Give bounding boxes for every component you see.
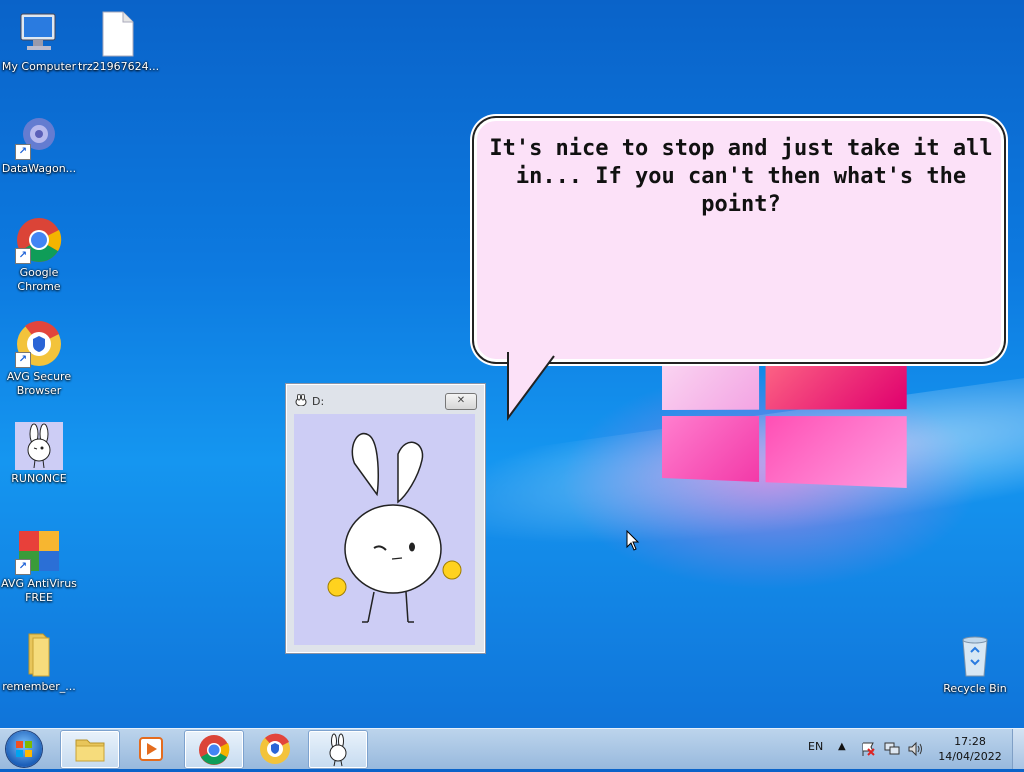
speech-bubble-tail [507,352,555,422]
speech-bubble: It's nice to stop and just take it all i… [472,116,1004,426]
taskbar-media-player[interactable] [122,730,180,767]
desktop-icon-folder[interactable]: remember_... [0,630,78,694]
desktop-icon-recycle-bin[interactable]: Recycle Bin [936,632,1014,696]
desktop-icon-my-computer[interactable]: My Computer [0,10,78,74]
taskbar-avg-secure-browser[interactable] [246,730,304,767]
window-titlebar[interactable]: D: [294,393,325,409]
clock-date: 14/04/2022 [938,750,1002,763]
windows-logo-icon [16,741,32,757]
avg-browser-icon [260,733,290,764]
icon-label: Recycle Bin [943,682,1007,695]
taskbar-google-chrome[interactable] [184,730,244,769]
window-close-button[interactable]: ✕ [445,393,477,410]
show-desktop-button[interactable] [1012,729,1024,769]
icon-label: My Computer [1,60,77,73]
avg-browser-icon: ↗ [15,320,63,368]
desktop-icon-google-chrome[interactable]: ↗ Google Chrome [0,216,78,294]
desktop-icon-avg-antivirus[interactable]: ↗ AVG AntiVirus FREE [0,527,78,605]
clock-time: 17:28 [954,735,986,748]
chrome-icon [199,735,230,765]
taskbar: EN ▲ 17:28 14/04/2022 [0,728,1024,769]
language-indicator[interactable]: EN [808,740,823,753]
network-icon[interactable] [884,741,900,757]
taskbar-clock[interactable]: 17:28 14/04/2022 [930,734,1010,764]
icon-label: remember_... [2,680,76,693]
icon-label: AVG Secure Browser [6,370,72,397]
recycle-bin-icon [951,632,999,680]
chrome-icon: ↗ [15,216,63,264]
shortcut-arrow-icon: ↗ [15,248,31,264]
media-player-icon [139,737,163,761]
icon-label: AVG AntiVirus FREE [1,577,77,604]
folder-icon [75,739,105,762]
icon-label: trz21967624... [78,60,160,73]
speech-bubble-text: It's nice to stop and just take it all i… [489,136,993,217]
folder-icon [15,630,63,678]
bunny-small-icon [294,393,308,409]
bunny-character-image [327,432,462,623]
icon-label: DataWagon... [1,162,77,175]
icon-label: Google Chrome [17,266,61,293]
blank-file-icon [93,10,141,58]
action-center-flag-icon[interactable] [860,741,876,757]
speech-bubble-body: It's nice to stop and just take it all i… [474,118,1004,362]
show-hidden-icons-chevron-icon[interactable]: ▲ [838,741,846,752]
computer-icon [15,10,63,58]
window-title: D: [312,395,325,408]
avg-antivirus-icon: ↗ [15,527,63,575]
bunny-icon [329,733,347,767]
start-button[interactable] [6,731,42,767]
taskbar-file-explorer[interactable] [60,730,120,769]
mouse-cursor-icon [626,530,640,551]
desktop-icon-avg-secure-browser[interactable]: ↗ AVG Secure Browser [0,320,78,398]
volume-icon[interactable] [907,741,925,757]
shortcut-arrow-icon: ↗ [15,559,31,575]
desktop-icon-runonce[interactable]: RUNONCE [0,422,78,486]
shortcut-arrow-icon: ↗ [15,352,31,368]
desktop-icon-datawagon[interactable]: ↗ DataWagon... [0,112,78,176]
icon-label: RUNONCE [11,472,67,485]
window-content [294,414,475,645]
desktop-icon-file[interactable]: trz21967624... [78,10,160,74]
gear-cluster-icon: ↗ [15,112,63,160]
taskbar-runonce[interactable] [308,730,368,769]
pet-window[interactable]: D: ✕ [285,383,486,654]
bunny-icon [15,422,63,470]
shortcut-arrow-icon: ↗ [15,144,31,160]
